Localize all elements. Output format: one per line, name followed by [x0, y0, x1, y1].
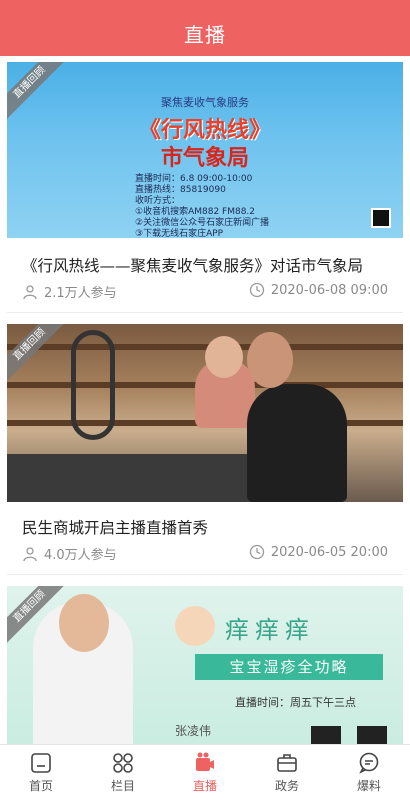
decor: [59, 594, 109, 652]
chat-icon: [359, 752, 379, 774]
qr-code: [357, 726, 387, 744]
tab-label: 爆料: [356, 779, 381, 793]
decor: [247, 332, 293, 388]
card-title[interactable]: 《行风热线——聚焦麦收气象服务》对话市气象局: [22, 254, 363, 276]
tab-government[interactable]: 政务: [246, 745, 328, 800]
ring-light: [71, 330, 115, 440]
user-icon: [23, 284, 37, 299]
divider: [7, 312, 403, 313]
live-card[interactable]: 直播回顾 民生商城开启主播直播首秀 4.0万人参与 2020-06-05 20:…: [0, 318, 410, 576]
card-thumbnail[interactable]: 痒痒痒 宝宝湿疹全功略 直播时间：周五下午三点 张凌伟 直播回顾: [7, 586, 403, 744]
decor: [205, 336, 243, 378]
tab-home[interactable]: 首页: [0, 745, 82, 800]
decor: [175, 606, 215, 646]
user-icon: [23, 546, 37, 561]
tab-label: 首页: [28, 779, 53, 793]
tab-report[interactable]: 爆料: [328, 745, 410, 800]
replay-badge: 直播回顾: [7, 324, 69, 384]
card-thumbnail[interactable]: 直播回顾: [7, 324, 403, 502]
participants-count: 2.1万人参与: [44, 286, 117, 301]
card-meta: 2.1万人参与 2020-06-08 09:00: [22, 282, 388, 302]
card-thumbnail[interactable]: 直播回顾 聚焦麦收气象服务 《行风热线》 市气象局 直播时间：6.8 09:00…: [7, 62, 403, 238]
qr-code: [311, 726, 341, 744]
thumb-info-line: 直播热线：85819090: [135, 185, 226, 195]
thumb-time: 直播时间：周五下午三点: [235, 696, 356, 709]
clock-icon: [249, 282, 264, 298]
live-card[interactable]: 痒痒痒 宝宝湿疹全功略 直播时间：周五下午三点 张凌伟 直播回顾: [0, 580, 410, 744]
thumb-info: 直播时间：6.8 09:00-10:00 直播热线：85819090 收听方式：…: [135, 174, 269, 238]
tab-label: 直播: [192, 779, 217, 793]
briefcase-icon: [277, 754, 297, 772]
tab-columns[interactable]: 栏目: [82, 745, 164, 800]
bottom-tab-bar: 首页 栏目 直播 政务 爆料: [0, 744, 410, 800]
grid-icon: [113, 753, 133, 773]
page-title: 直播: [184, 22, 226, 47]
thumb-info-line: ①收音机搜索AM882 FM88.2: [135, 207, 256, 217]
start-time: 2020-06-08 09:00: [249, 282, 388, 298]
home-icon: [31, 753, 51, 773]
decor: [7, 454, 267, 502]
decor: [7, 344, 403, 350]
status-bar: [0, 0, 410, 10]
start-time: 2020-06-05 20:00: [249, 544, 388, 560]
thumb-headline: 痒痒痒: [225, 616, 315, 644]
tab-label: 栏目: [110, 779, 135, 793]
participants-count: 4.0万人参与: [44, 548, 117, 563]
participants: 2.1万人参与: [22, 282, 117, 301]
thumb-name: 张凌伟: [175, 724, 212, 738]
thumb-subtitle: 聚焦麦收气象服务: [161, 96, 249, 109]
qr-code: [371, 208, 391, 228]
start-date: 2020-06-05 20:00: [270, 544, 388, 560]
card-title[interactable]: 民生商城开启主播直播首秀: [22, 516, 208, 538]
thumb-info-line: 直播时间：6.8 09:00-10:00: [135, 174, 253, 184]
divider: [7, 574, 403, 575]
decor: [247, 384, 347, 502]
thumb-subtitle: 宝宝湿疹全功略: [195, 654, 383, 680]
top-header: 直播: [0, 10, 410, 56]
thumb-info-line: 收听方式：: [135, 196, 181, 206]
live-icon: [196, 752, 214, 771]
thumb-info-line: ②关注微信公众号石家庄新闻广播: [135, 218, 270, 228]
card-meta: 4.0万人参与 2020-06-05 20:00: [22, 544, 388, 564]
tab-label: 政务: [274, 779, 299, 793]
thumb-guest: 市气象局: [160, 146, 249, 171]
clock-icon: [249, 544, 264, 560]
participants: 4.0万人参与: [22, 544, 117, 563]
tab-live[interactable]: 直播: [164, 745, 246, 800]
live-feed[interactable]: 直播回顾 聚焦麦收气象服务 《行风热线》 市气象局 直播时间：6.8 09:00…: [0, 56, 410, 744]
thumb-info-line: ③下载无线石家庄APP: [135, 229, 224, 238]
start-date: 2020-06-08 09:00: [270, 282, 388, 298]
live-card[interactable]: 直播回顾 聚焦麦收气象服务 《行风热线》 市气象局 直播时间：6.8 09:00…: [0, 56, 410, 314]
